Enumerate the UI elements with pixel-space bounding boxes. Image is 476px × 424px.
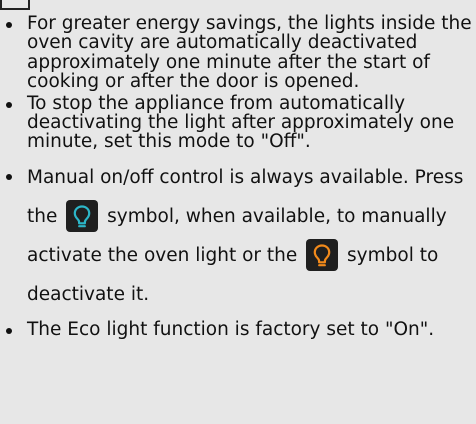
- list-item: To stop the appliance from automatically…: [0, 92, 476, 153]
- instruction-list: For greater energy savings, the lights i…: [0, 14, 476, 339]
- bullet-dot: [6, 327, 12, 334]
- list-item-text: Manual on/off control is always availabl…: [27, 158, 476, 314]
- list-item: Manual on/off control is always availabl…: [0, 158, 476, 314]
- bullet-dot: [6, 173, 12, 180]
- list-item-text: The Eco light function is factory set to…: [27, 318, 435, 340]
- cropped-box-fragment: [0, 0, 30, 10]
- lightbulb-orange-icon: [306, 238, 339, 271]
- bullet-dot: [6, 101, 12, 108]
- list-item-text: To stop the appliance from automatically…: [27, 92, 455, 153]
- bullet-dot: [6, 22, 12, 28]
- list-item: For greater energy savings, the lights i…: [0, 14, 476, 92]
- list-item-text: For greater energy savings, the lights i…: [27, 13, 472, 93]
- lightbulb-cyan-icon: [66, 199, 99, 232]
- list-item: The Eco light function is factory set to…: [0, 318, 476, 340]
